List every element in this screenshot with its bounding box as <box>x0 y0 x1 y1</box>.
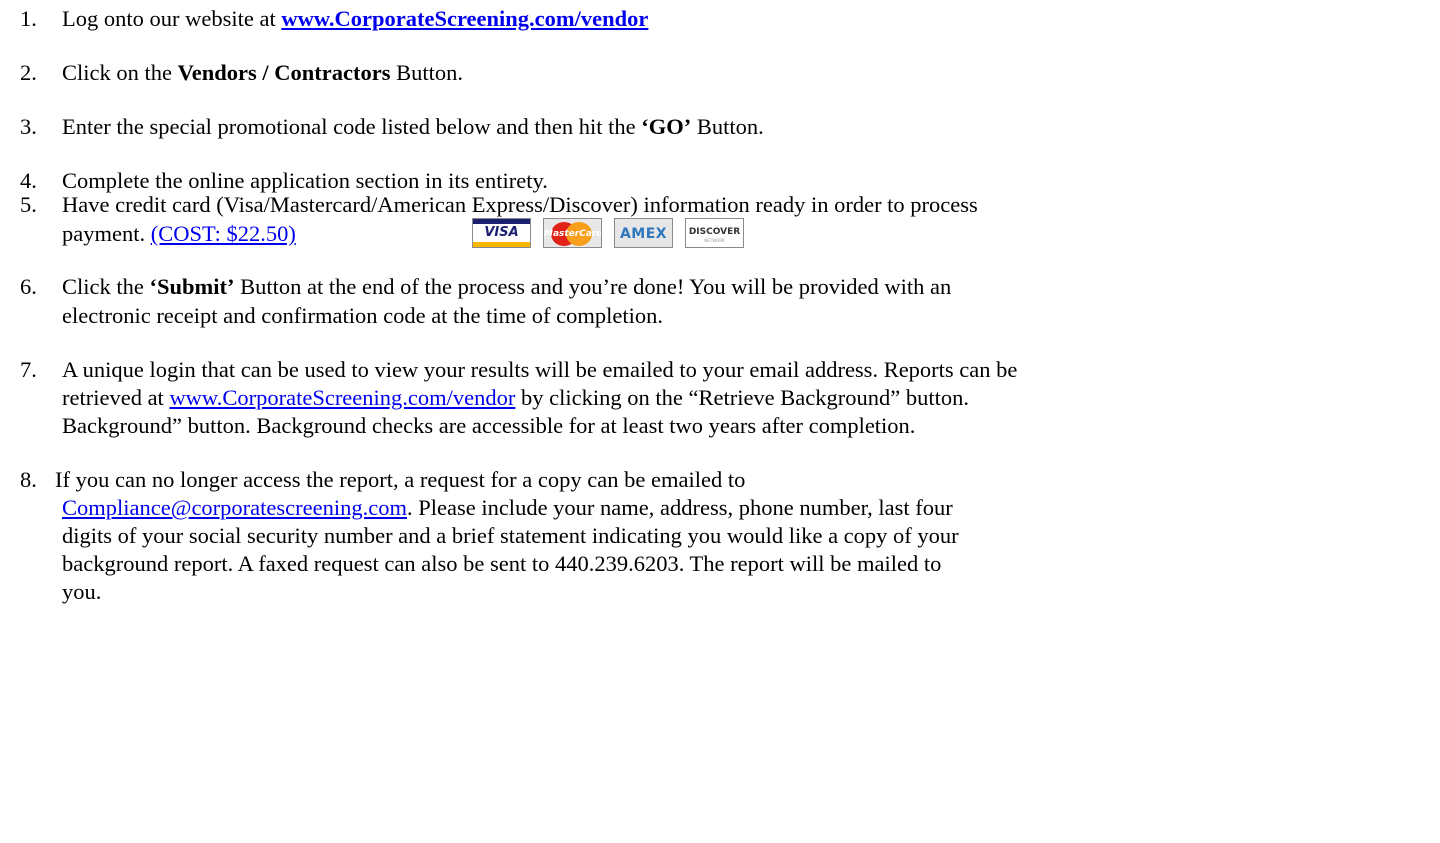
step-2-text: Click on the Vendors / Contractors Butto… <box>62 58 463 87</box>
step-6-line-1: Click the ‘Submit’ Button at the end of … <box>62 272 951 301</box>
step-8-line-4: background report. A faxed request can a… <box>62 551 942 576</box>
step-3-tail: Button. <box>691 114 764 139</box>
step-6-line-2: electronic receipt and confirmation code… <box>62 303 664 328</box>
step-3-text: Enter the special promotional code liste… <box>62 112 764 141</box>
step-8-line-3: digits of your social security number an… <box>62 523 959 548</box>
step-6-tail: Button at the end of the process and you… <box>234 274 952 299</box>
go-label: ‘GO’ <box>641 114 692 139</box>
step-1-text: Log onto our website at www.CorporateScr… <box>62 4 648 33</box>
visa-icon: visa-icon VISA <box>472 218 531 248</box>
step-7-line-2: retrieved at www.CorporateScreening.com/… <box>62 383 969 412</box>
step-5-payment-text: payment. <box>62 221 151 246</box>
step-5-line-2: payment. (COST: $22.50) <box>62 219 296 248</box>
website-link[interactable]: www.CorporateScreening.com/vendor <box>281 6 648 31</box>
step-7-number: 7. <box>20 357 37 382</box>
step-5-number: 5. <box>20 192 37 217</box>
submit-label: ‘Submit’ <box>149 274 235 299</box>
step-8-line-1: If you can no longer access the report, … <box>55 467 746 492</box>
step-6-lead: Click the <box>62 274 150 299</box>
discover-label: DISCOVER <box>688 227 741 237</box>
mastercard-label: MasterCard <box>544 229 602 239</box>
step-1-lead: Log onto our website at <box>62 6 282 31</box>
step-6-number: 6. <box>20 274 37 299</box>
step-8-number: 8. <box>20 467 37 492</box>
step-2-tail: Button. <box>390 60 464 85</box>
step-7-lead: retrieved at <box>62 385 170 410</box>
step-1-number: 1. <box>20 6 37 31</box>
discover-sub-label: NETWORK <box>704 238 725 243</box>
vendor-site-link[interactable]: www.CorporateScreening.com/vendor <box>169 385 515 410</box>
step-3-number: 3. <box>20 114 37 139</box>
discover-icon: discover-icon DISCOVER NETWORK <box>685 218 744 248</box>
amex-icon: amex-icon AMEX <box>614 218 673 248</box>
mastercard-icon: mastercard-icon MasterCard <box>543 218 602 248</box>
step-7-line-1: A unique login that can be used to view … <box>62 357 1018 382</box>
visa-label: VISA <box>484 225 519 240</box>
step-3-lead: Enter the special promotional code liste… <box>62 114 642 139</box>
amex-label: AMEX <box>619 226 668 242</box>
vendors-contractors-label: Vendors / Contractors <box>177 60 391 85</box>
cost-link[interactable]: (COST: $22.50) <box>151 221 296 246</box>
compliance-email-link[interactable]: Compliance@corporatescreening.com <box>62 495 407 520</box>
step-8-line-5: you. <box>62 579 102 604</box>
step-8-line-2: Compliance@corporatescreening.com. Pleas… <box>62 493 953 522</box>
step-7-line-3: Background” button. Background checks ar… <box>62 413 916 438</box>
step-5-line-1: Have credit card (Visa/Mastercard/Americ… <box>62 192 978 217</box>
step-7-tail: by clicking on the “Retrieve Background”… <box>515 385 970 410</box>
step-2-lead: Click on the <box>62 60 178 85</box>
step-8-line-2-tail: . Please include your name, address, pho… <box>406 495 953 520</box>
step-2-number: 2. <box>20 60 37 85</box>
